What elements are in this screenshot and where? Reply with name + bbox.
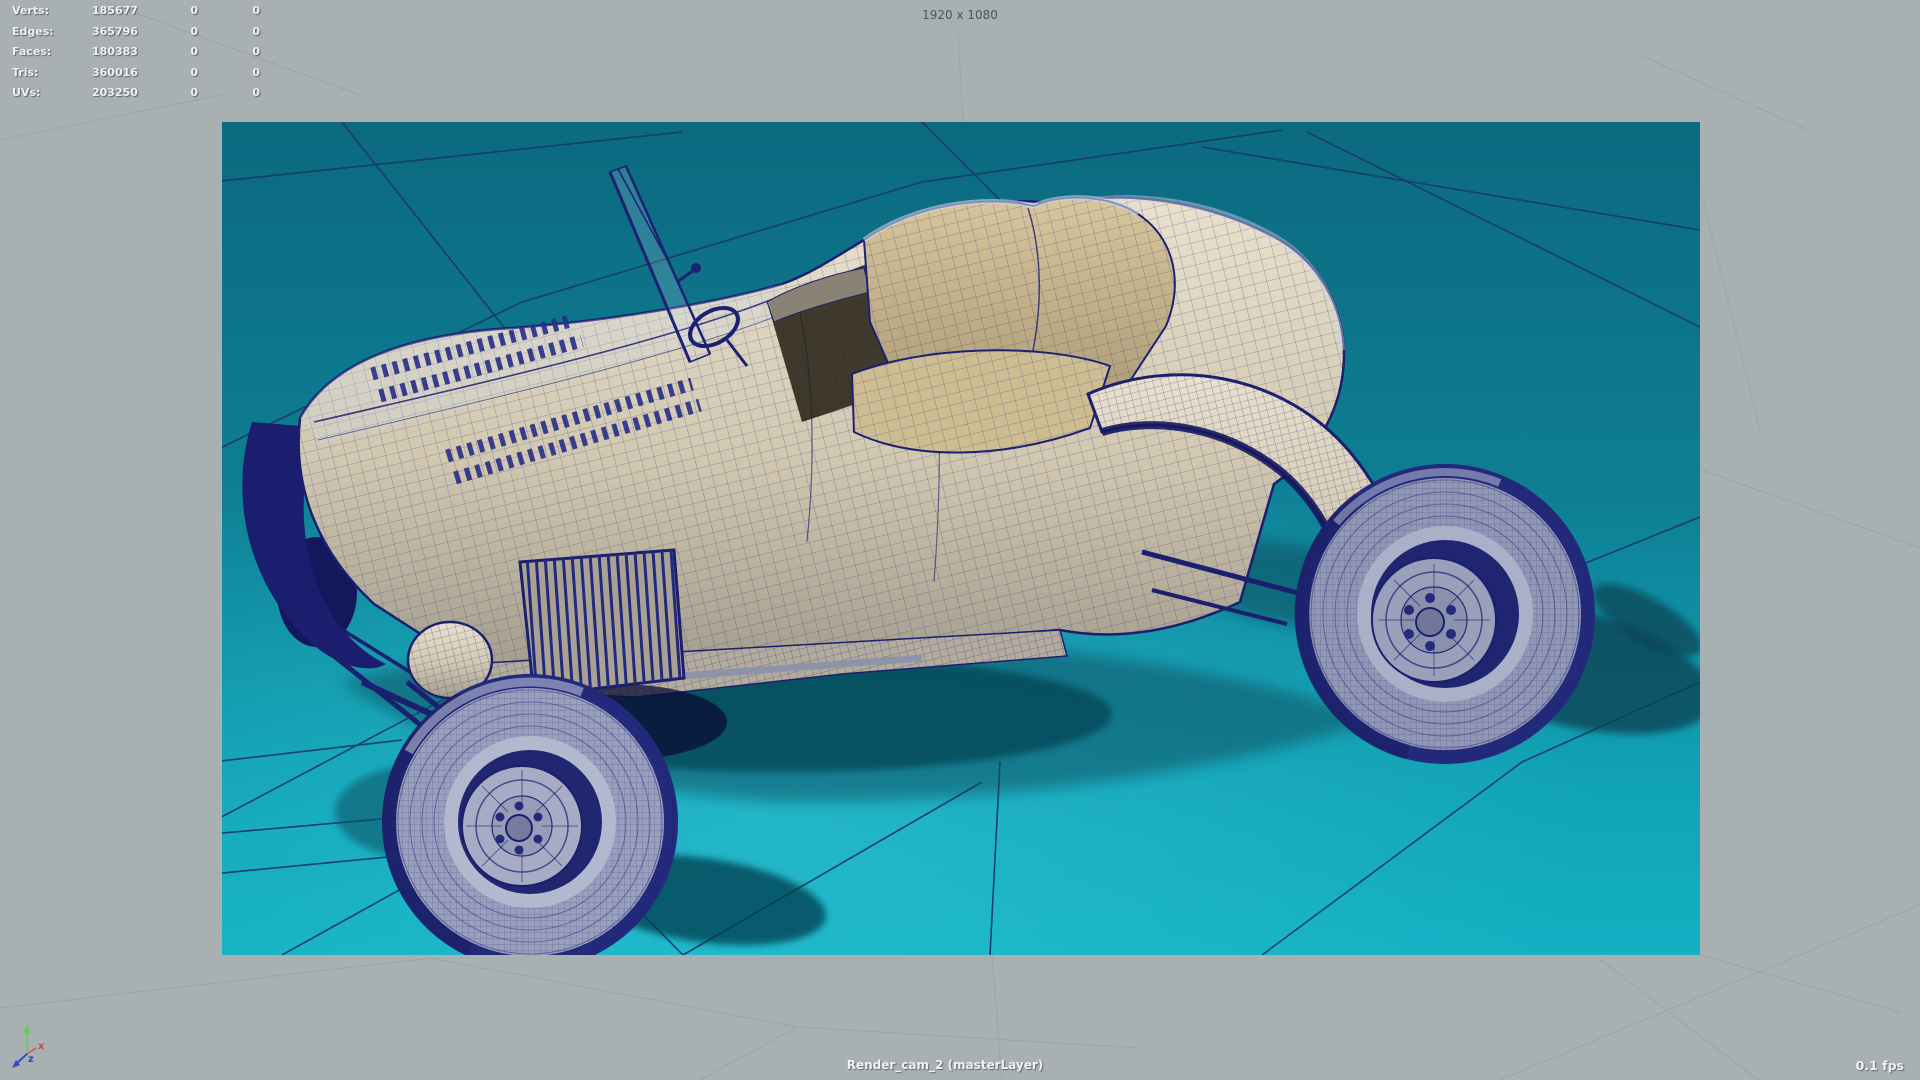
stat-label: UVs: xyxy=(12,86,41,99)
axis-gizmo: x z xyxy=(12,1024,45,1068)
stats-row: UVs: 203250 0 0 xyxy=(12,83,260,104)
stat-value: 203250 xyxy=(92,86,138,99)
y-axis-icon xyxy=(23,1024,31,1054)
stats-row: Edges: 365796 0 0 xyxy=(12,22,260,43)
viewport-canvas[interactable]: Verts: 185677 0 0 Edges: 365796 0 0 Face… xyxy=(0,0,1920,1080)
stat-col2: 0 xyxy=(190,45,198,58)
stats-row: Faces: 180383 0 0 xyxy=(12,42,260,63)
stat-label: Edges: xyxy=(12,24,54,38)
stat-col2: 0 xyxy=(190,24,198,38)
x-axis-icon: x xyxy=(26,1041,45,1055)
stat-label: Faces: xyxy=(12,45,52,58)
stat-col2: 0 xyxy=(190,65,198,79)
x-axis-label: x xyxy=(38,1041,45,1052)
mirror-icon xyxy=(691,263,701,273)
stats-row: Tris: 360016 0 0 xyxy=(12,63,260,84)
stat-col2: 0 xyxy=(190,86,198,99)
stat-col3: 0 xyxy=(252,86,260,99)
stat-label: Tris: xyxy=(12,65,39,79)
z-axis-icon: z xyxy=(12,1053,34,1068)
stat-value: 180383 xyxy=(92,45,138,58)
resolution-label: 1920 x 1080 xyxy=(922,8,998,22)
fps-label: 0.1 fps xyxy=(1855,1058,1904,1073)
stat-col3: 0 xyxy=(252,45,260,58)
stat-col3: 0 xyxy=(252,24,260,38)
stat-col3: 0 xyxy=(252,65,260,79)
stat-value: 365796 xyxy=(92,24,138,38)
z-axis-label: z xyxy=(28,1054,34,1065)
stat-value: 360016 xyxy=(92,65,138,79)
scene-3d xyxy=(222,122,1700,955)
render-gate xyxy=(222,122,1700,955)
camera-label: Render_cam_2 (masterLayer) xyxy=(846,1058,1044,1072)
